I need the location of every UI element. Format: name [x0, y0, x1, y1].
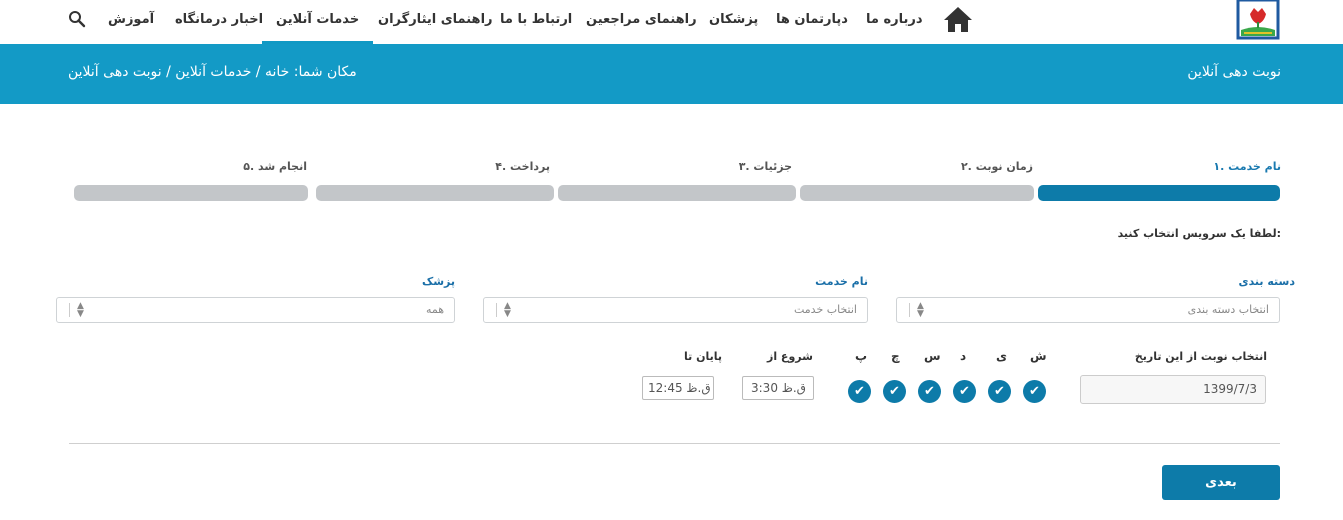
- category-select-value: انتخاب دسته بندی: [1187, 303, 1269, 316]
- chevron-updown-icon: ▲ ▼: [77, 301, 84, 319]
- doctor-label: پزشک: [421, 275, 455, 288]
- step-bar-payment: [316, 185, 554, 201]
- date-input-value: 1399/7/3: [1203, 382, 1257, 396]
- day-label-mon: د: [960, 349, 967, 363]
- select-separator: [69, 303, 70, 317]
- nav-item-visitors-guide[interactable]: راهنمای مراجعین: [586, 0, 697, 44]
- step-label-details: ۳. جزئیات: [738, 160, 792, 173]
- service-prompt: لطفا یک سرویس انتخاب کنید:: [1117, 227, 1281, 240]
- doctor-select-value: همه: [425, 303, 444, 316]
- step-bar-details: [558, 185, 796, 201]
- day-label-sat: ش: [1030, 349, 1047, 363]
- day-checkbox-tue[interactable]: ✔: [918, 380, 941, 403]
- nav-item-departments[interactable]: دپارتمان ها: [776, 0, 848, 44]
- step-label-done: ۵. انجام شد: [243, 160, 307, 173]
- date-label: انتخاب نوبت از این تاریخ: [1134, 350, 1267, 363]
- select-separator: [496, 303, 497, 317]
- nav-item-online-services[interactable]: خدمات آنلاین: [262, 0, 374, 44]
- day-checkbox-wed[interactable]: ✔: [883, 380, 906, 403]
- step-label-payment: ۴. پرداخت: [495, 160, 550, 173]
- day-checkbox-sun[interactable]: ✔: [988, 380, 1011, 403]
- day-label-tue: س: [924, 349, 941, 363]
- page-header: مکان شما: خانه / خدمات آنلاین / نوبت دهی…: [0, 44, 1343, 104]
- service-label: نام خدمت: [815, 275, 868, 288]
- end-time-input[interactable]: 12:45 ق.ظ: [642, 376, 714, 400]
- end-time-label: پایان تا: [684, 350, 723, 363]
- day-checkbox-sat[interactable]: ✔: [1023, 380, 1046, 403]
- chevron-updown-icon: ▲ ▼: [504, 301, 511, 319]
- next-button[interactable]: بعدی: [1162, 465, 1280, 500]
- day-label-wed: چ: [891, 349, 900, 363]
- step-bar-done: [74, 185, 308, 201]
- day-checkbox-thu[interactable]: ✔: [848, 380, 871, 403]
- start-time-label: شروع از: [767, 350, 813, 363]
- step-label-time: ۲. زمان نوبت: [960, 160, 1033, 173]
- step-bar-service: [1038, 185, 1280, 201]
- doctor-select[interactable]: ▲ ▼ همه: [56, 297, 455, 323]
- start-time-value: 3:30 ق.ظ: [751, 381, 806, 395]
- day-label-thu: پ: [855, 349, 868, 363]
- day-checkbox-mon[interactable]: ✔: [953, 380, 976, 403]
- nav-item-contact[interactable]: ارتباط با ما: [500, 0, 572, 44]
- category-label: دسته بندی: [1238, 275, 1295, 288]
- start-time-input[interactable]: 3:30 ق.ظ: [742, 376, 814, 400]
- step-bar-time: [800, 185, 1034, 201]
- top-nav: آموزش اخبار درمانگاه خدمات آنلاین راهنما…: [0, 0, 1343, 44]
- service-select[interactable]: ▲ ▼ انتخاب خدمت: [483, 297, 868, 323]
- day-label-sun: ی: [996, 349, 1007, 363]
- nav-item-veterans-guide[interactable]: راهنمای ایثارگران: [378, 0, 493, 44]
- nav-item-news[interactable]: اخبار درمانگاه: [175, 0, 263, 44]
- category-select[interactable]: ▲ ▼ انتخاب دسته بندی: [896, 297, 1280, 323]
- select-separator: [909, 303, 910, 317]
- nav-item-about[interactable]: درباره ما: [866, 0, 923, 44]
- search-icon[interactable]: [68, 10, 86, 28]
- end-time-value: 12:45 ق.ظ: [648, 381, 711, 395]
- step-label-service: ۱. نام خدمت: [1213, 160, 1281, 173]
- nav-item-training[interactable]: آموزش: [108, 0, 154, 44]
- service-select-value: انتخاب خدمت: [793, 303, 857, 316]
- divider: [69, 443, 1280, 444]
- clinic-logo[interactable]: [1236, 0, 1280, 40]
- date-input[interactable]: 1399/7/3: [1080, 375, 1266, 404]
- nav-item-doctors[interactable]: پزشکان: [709, 0, 758, 44]
- home-icon[interactable]: [942, 5, 974, 33]
- page-title: نوبت دهی آنلاین: [1187, 64, 1281, 80]
- breadcrumb: مکان شما: خانه / خدمات آنلاین / نوبت دهی…: [68, 64, 357, 80]
- chevron-updown-icon: ▲ ▼: [917, 301, 924, 319]
